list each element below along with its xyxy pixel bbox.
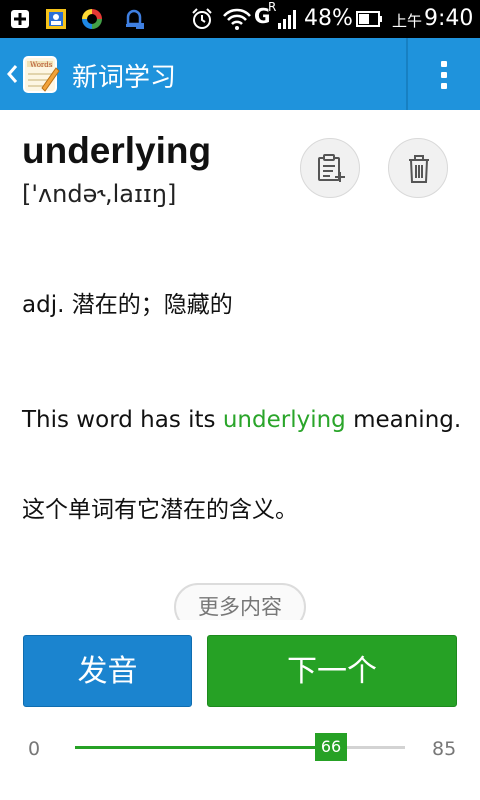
alarm-icon [192,8,212,29]
example-text-before: This word has its [22,407,223,433]
example-highlight-word: underlying [222,407,346,433]
app-logo-icon: Words [22,54,60,94]
status-bar: G R 48% 上午 9:40 [0,0,480,38]
up-navigation[interactable]: Words 新词学习 [0,38,200,110]
example-text-after: meaning. [345,407,462,433]
progress-thumb[interactable]: 66 [315,733,347,761]
am-pm-label: 上午 [392,12,423,30]
action-bar: Words 新词学习 [0,38,480,110]
add-notification-icon [11,10,29,28]
screen-title: 新词学习 [72,63,177,93]
progress-slider[interactable]: 66 [75,733,405,761]
progress-fill [75,746,331,749]
trash-icon [409,155,429,183]
pronounce-button[interactable]: 发音 [23,635,192,707]
contacts-notification-icon [46,9,66,29]
add-to-list-icon [318,154,345,182]
next-word-button[interactable]: 下一个 [207,635,457,707]
battery-percent: 48% [304,6,353,31]
progress-min-label: 0 [28,738,41,760]
progress-max-label: 85 [432,738,457,760]
example-translation: 这个单词有它潜在的含义。 [22,497,298,523]
add-to-word-list-button[interactable] [300,138,360,198]
bell-notification-icon [126,9,144,29]
delete-word-button[interactable] [388,138,448,198]
word-definition: adj. 潜在的；隐藏的 [22,292,233,318]
overflow-menu-button[interactable] [408,38,480,110]
signal-strength-icon [278,10,296,29]
back-chevron-icon [7,65,18,83]
clock: 9:40 [424,6,474,31]
battery-icon [356,11,382,27]
sync-notification-icon [82,9,102,29]
wifi-icon [223,8,251,30]
app-logo-text: Words [30,61,53,69]
example-sentence: This word has its underlying meaning. [22,396,462,444]
word-phonetic: ['ʌndə˞,laɪɪŋ] [22,180,177,208]
word-headword: underlying [22,130,212,171]
button-area-background [0,620,480,634]
